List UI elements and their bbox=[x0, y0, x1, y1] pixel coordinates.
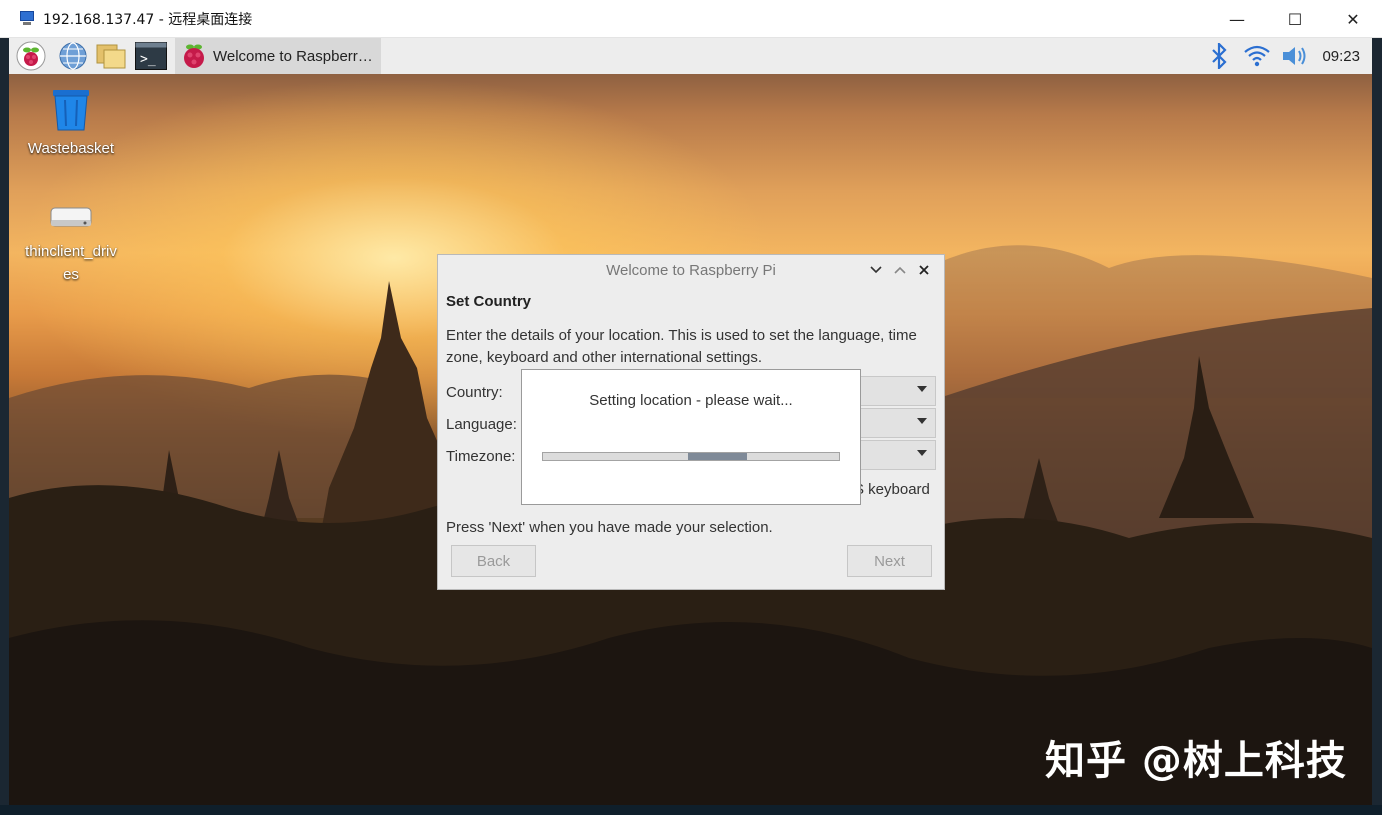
progress-bar bbox=[542, 452, 840, 461]
desktop-icon-wastebasket[interactable]: Wastebasket bbox=[16, 88, 126, 157]
clock: 09:23 bbox=[1322, 47, 1360, 65]
wastebasket-icon bbox=[16, 88, 126, 136]
close-button[interactable]: ✕ bbox=[1324, 0, 1382, 38]
dialog-description: Enter the details of your location. This… bbox=[446, 327, 917, 366]
us-keyboard-checkbox-label[interactable]: S keyboard bbox=[854, 481, 930, 498]
chevron-down-icon bbox=[917, 450, 927, 456]
minimize-button[interactable]: — bbox=[1208, 0, 1266, 38]
chevron-down-icon bbox=[917, 418, 927, 424]
timezone-dropdown[interactable] bbox=[858, 440, 936, 470]
taskbar-task-welcome[interactable]: Welcome to Raspberr… bbox=[175, 38, 381, 74]
next-button[interactable]: Next bbox=[847, 545, 932, 577]
raspberry-menu-icon[interactable] bbox=[15, 40, 47, 72]
system-tray: 09:23 bbox=[1204, 38, 1372, 74]
dialog-titlebar[interactable]: Welcome to Raspberry Pi bbox=[438, 255, 944, 285]
minimize-icon[interactable] bbox=[864, 260, 888, 280]
language-dropdown[interactable] bbox=[858, 408, 936, 438]
taskbar-task-label: Welcome to Raspberr… bbox=[213, 47, 373, 65]
desktop-icon-label: thinclient_driv es bbox=[25, 243, 117, 283]
maximize-icon[interactable] bbox=[888, 260, 912, 280]
volume-icon[interactable] bbox=[1280, 41, 1310, 71]
remote-desktop-icon bbox=[18, 10, 36, 27]
drive-icon bbox=[16, 204, 126, 236]
wifi-icon[interactable] bbox=[1242, 41, 1272, 71]
back-button[interactable]: Back bbox=[451, 545, 536, 577]
window-controls: — ☐ ✕ bbox=[1208, 0, 1382, 38]
rdp-window-title: 192.168.137.47 - 远程桌面连接 bbox=[43, 11, 253, 28]
raspberry-icon bbox=[184, 44, 204, 68]
progress-bar-fill bbox=[688, 453, 748, 460]
taskbar: >_ Welcome to Raspberr… 09:23 bbox=[9, 38, 1372, 74]
country-label: Country: bbox=[446, 384, 503, 401]
dialog-heading: Set Country bbox=[446, 293, 532, 310]
desktop-icon-thinclient-drives[interactable]: thinclient_driv es bbox=[16, 204, 126, 286]
globe-icon[interactable] bbox=[57, 40, 89, 72]
window-border-right bbox=[1372, 38, 1382, 805]
maximize-button[interactable]: ☐ bbox=[1266, 0, 1324, 38]
terminal-icon[interactable]: >_ bbox=[135, 40, 167, 72]
svg-text:>_: >_ bbox=[140, 52, 156, 67]
language-label: Language: bbox=[446, 416, 517, 433]
watermark: 知乎 @树上科技 bbox=[1045, 738, 1347, 784]
remote-desktop: >_ Welcome to Raspberr… 09:23 Wastebaske… bbox=[9, 38, 1372, 805]
setting-location-popup: Setting location - please wait... bbox=[521, 369, 861, 505]
window-border-bottom bbox=[0, 805, 1382, 815]
window-border-left bbox=[0, 38, 9, 805]
dialog-footer-text: Press 'Next' when you have made your sel… bbox=[446, 519, 773, 536]
rdp-titlebar: 192.168.137.47 - 远程桌面连接 — ☐ ✕ bbox=[0, 0, 1382, 38]
dialog-controls bbox=[864, 260, 936, 280]
folders-icon[interactable] bbox=[95, 40, 127, 72]
desktop-icon-label: Wastebasket bbox=[27, 140, 115, 157]
popup-message: Setting location - please wait... bbox=[589, 392, 793, 409]
bluetooth-icon[interactable] bbox=[1204, 41, 1234, 71]
timezone-label: Timezone: bbox=[446, 448, 516, 465]
close-icon[interactable] bbox=[912, 260, 936, 280]
country-dropdown[interactable] bbox=[858, 376, 936, 406]
chevron-down-icon bbox=[917, 386, 927, 392]
